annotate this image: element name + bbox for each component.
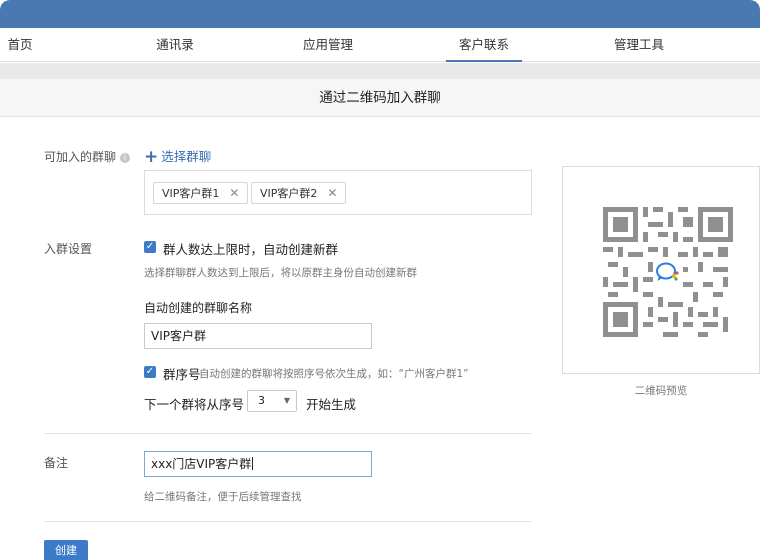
next-serial-prefix: 下一个群将从序号 bbox=[144, 397, 245, 412]
close-icon[interactable]: ✕ bbox=[229, 186, 239, 200]
nav-item-tools[interactable]: 管理工具 bbox=[608, 28, 670, 62]
window-title-bar bbox=[0, 0, 760, 28]
auto-create-checkbox[interactable]: ✓ bbox=[144, 241, 156, 253]
nav-item-home[interactable]: 首页 bbox=[6, 28, 34, 62]
joinable-groups-label: 可加入的群聊 i bbox=[44, 148, 131, 165]
remark-input-value: xxx门店VIP客户群 bbox=[151, 457, 252, 471]
nav-item-contacts[interactable]: 通讯录 bbox=[150, 28, 200, 62]
next-serial-value: 3 bbox=[258, 394, 265, 407]
caret-down-icon: ▼ bbox=[283, 396, 290, 405]
auto-create-checkbox-label: 群人数达上限时，自动创建新群 bbox=[163, 242, 339, 257]
auto-name-label: 自动创建的群聊名称 bbox=[144, 301, 253, 315]
serial-checkbox-label: 群序号 bbox=[163, 367, 201, 382]
header-divider-strip bbox=[0, 63, 760, 79]
divider bbox=[44, 433, 532, 434]
join-settings-label: 入群设置 bbox=[44, 242, 93, 256]
remark-input[interactable]: xxx门店VIP客户群 bbox=[144, 451, 372, 477]
auto-name-input[interactable]: VIP客户群 bbox=[144, 323, 372, 349]
divider bbox=[44, 521, 532, 522]
group-chip: VIP客户群1 ✕ bbox=[153, 182, 249, 204]
info-icon[interactable]: i bbox=[120, 153, 131, 163]
remark-label: 备注 bbox=[44, 456, 69, 470]
page-title: 通过二维码加入群聊 bbox=[0, 79, 760, 117]
selected-groups-box: VIP客户群1 ✕ VIP客户群2 ✕ bbox=[144, 170, 532, 215]
auto-create-hint: 选择群聊群人数达到上限后，将以原群主身份自动创建新群 bbox=[144, 267, 417, 279]
text-cursor bbox=[252, 457, 254, 470]
remark-hint: 给二维码备注，便于后续管理查找 bbox=[144, 491, 302, 503]
next-serial-select[interactable]: 3 ▼ bbox=[247, 390, 297, 412]
group-chip-label: VIP客户群2 bbox=[260, 187, 318, 200]
group-chip: VIP客户群2 ✕ bbox=[251, 182, 347, 204]
create-button[interactable]: 创建 bbox=[44, 540, 88, 560]
nav-item-customer-contact[interactable]: 客户联系 bbox=[446, 28, 522, 62]
serial-checkbox[interactable]: ✓ bbox=[144, 366, 156, 378]
top-nav: 首页 通讯录 应用管理 客户联系 管理工具 bbox=[0, 28, 760, 62]
qr-preview-box bbox=[562, 166, 760, 374]
plus-icon: + bbox=[144, 147, 159, 167]
wecom-chat-icon bbox=[656, 262, 679, 281]
qr-preview-caption: 二维码预览 bbox=[634, 385, 688, 397]
close-icon[interactable]: ✕ bbox=[327, 186, 337, 200]
select-group-link[interactable]: + 选择群聊 bbox=[144, 146, 211, 167]
next-serial-suffix: 开始生成 bbox=[306, 397, 357, 412]
joinable-groups-label-text: 可加入的群聊 bbox=[44, 150, 117, 164]
group-chip-label: VIP客户群1 bbox=[162, 187, 220, 200]
nav-item-apps[interactable]: 应用管理 bbox=[298, 28, 358, 62]
select-group-link-text: 选择群聊 bbox=[161, 149, 212, 164]
serial-hint: 自动创建的群聊将按照序号依次生成，如：“广州客户群1” bbox=[199, 368, 469, 380]
